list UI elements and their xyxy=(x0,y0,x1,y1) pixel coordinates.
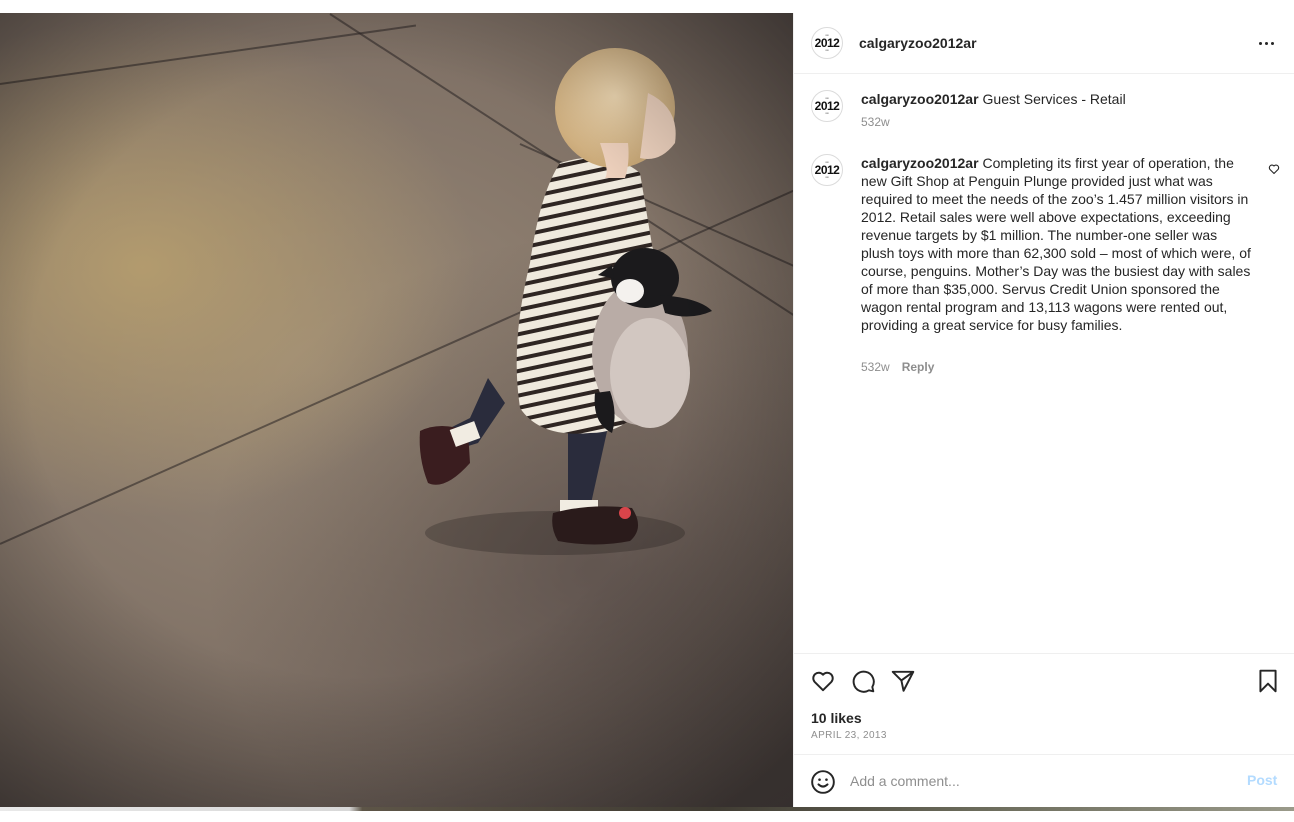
more-options-icon[interactable] xyxy=(1256,33,1276,53)
dot xyxy=(1264,41,1268,45)
comment-meta: 532w xyxy=(861,115,890,129)
post-header: ▪▪▪ 2012 ▪▪▪ calgaryzoo2012ar xyxy=(794,13,1294,74)
reply-button[interactable]: Reply xyxy=(902,360,935,374)
comment-body: Guest Services - Retail xyxy=(982,91,1126,107)
comment-username[interactable]: calgaryzoo2012ar xyxy=(861,91,979,107)
avatar[interactable]: ▪▪▪ 2012 ▪▪▪ xyxy=(811,154,843,186)
post-button[interactable]: Post xyxy=(1247,772,1277,788)
post-side-panel: ▪▪▪ 2012 ▪▪▪ calgaryzoo2012ar ▪▪▪ 2012 ▪… xyxy=(793,13,1294,807)
avatar[interactable]: ▪▪▪ 2012 ▪▪▪ xyxy=(811,27,843,59)
comment-item: ▪▪▪ 2012 ▪▪▪ calgaryzoo2012ar Completing … xyxy=(794,138,1294,378)
post-date[interactable]: APRIL 23, 2013 xyxy=(811,730,887,741)
comment-bubble-icon[interactable] xyxy=(850,668,876,694)
post-dialog: ▪▪▪ 2012 ▪▪▪ calgaryzoo2012ar ▪▪▪ 2012 ▪… xyxy=(0,0,1294,822)
heart-icon[interactable] xyxy=(810,668,836,694)
comment-age[interactable]: 532w xyxy=(861,360,890,374)
comment-like-heart-icon[interactable] xyxy=(1268,163,1280,175)
caption-comment: ▪▪▪ 2012 ▪▪▪ calgaryzoo2012ar Guest Servi… xyxy=(794,74,1294,138)
dot xyxy=(1258,41,1262,45)
comment-meta: 532w Reply xyxy=(861,360,934,374)
avatar[interactable]: ▪▪▪ 2012 ▪▪▪ xyxy=(811,90,843,122)
smiley-icon[interactable] xyxy=(810,769,836,795)
header-username[interactable]: calgaryzoo2012ar xyxy=(859,35,977,51)
avatar-badge: ▪▪▪ xyxy=(825,175,829,179)
action-bar: 10 likes APRIL 23, 2013 xyxy=(794,653,1294,754)
bookmark-icon[interactable] xyxy=(1255,668,1281,694)
comment-age[interactable]: 532w xyxy=(861,115,890,129)
comment-username[interactable]: calgaryzoo2012ar xyxy=(861,155,979,171)
photo-vignette xyxy=(0,13,793,807)
post-photo[interactable] xyxy=(0,13,793,807)
avatar-badge: ▪▪▪ xyxy=(825,111,829,115)
comment-text: calgaryzoo2012ar Guest Services - Retail xyxy=(861,90,1251,108)
background-strip xyxy=(0,807,1294,811)
comment-text: calgaryzoo2012ar Completing its first yea… xyxy=(861,154,1251,334)
comment-input[interactable] xyxy=(850,770,1230,792)
comment-bar: Post xyxy=(794,754,1294,807)
paper-plane-icon[interactable] xyxy=(890,668,916,694)
dot xyxy=(1270,41,1274,45)
likes-count[interactable]: 10 likes xyxy=(811,710,862,726)
comment-body: Completing its first year of operation, … xyxy=(861,155,1251,333)
avatar-badge: ▪▪▪ xyxy=(825,48,829,52)
